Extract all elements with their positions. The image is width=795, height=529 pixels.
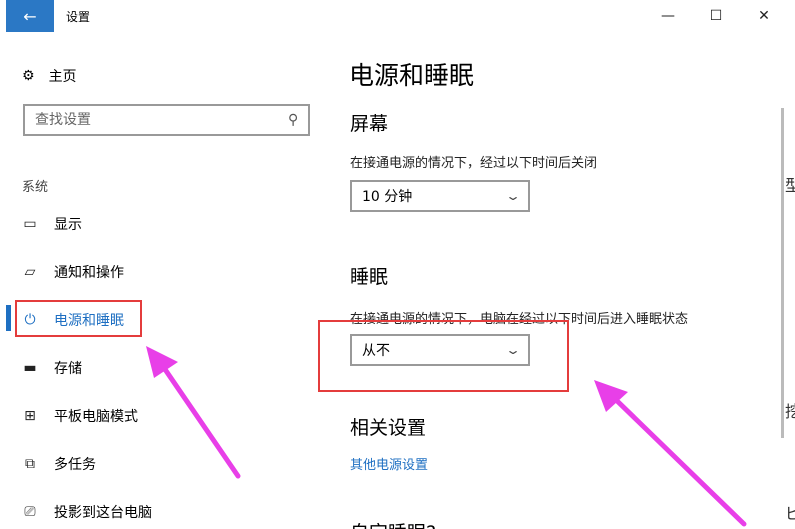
close-icon: ✕ xyxy=(758,8,770,24)
screen-heading: 屏幕 xyxy=(350,113,389,135)
screen-timeout-select[interactable]: 10 分钟 ⌄ xyxy=(350,180,530,212)
background-window-edge: 型 挖 ビ xyxy=(785,32,795,529)
search-icon[interactable]: ⚲ xyxy=(288,112,298,128)
search-box[interactable]: ⚲ xyxy=(23,104,310,136)
title-bar: ← 设置 — ☐ ✕ xyxy=(0,0,795,32)
sidebar-item-label: 显示 xyxy=(54,217,82,233)
notification-icon: ▱ xyxy=(24,264,36,280)
window-title: 设置 xyxy=(66,10,91,24)
next-section-heading: 自定睡眠? xyxy=(350,518,436,529)
gear-icon: ⚙ xyxy=(22,68,35,84)
related-settings-heading: 相关设置 xyxy=(350,417,427,439)
back-arrow-icon: ← xyxy=(23,6,37,26)
annotation-box-power xyxy=(15,300,142,337)
sidebar-item-label: 存储 xyxy=(54,361,82,377)
minimize-icon: — xyxy=(661,8,675,24)
sleep-heading: 睡眠 xyxy=(350,266,389,288)
minimize-button[interactable]: — xyxy=(645,0,691,32)
maximize-icon: ☐ xyxy=(709,8,723,24)
sidebar-home[interactable]: ⚙ 主页 xyxy=(22,66,77,86)
sidebar-item-label: 通知和操作 xyxy=(54,265,124,281)
main-content: 电源和睡眠 屏幕 在接通电源的情况下，经过以下时间后关闭 10 分钟 ⌄ 睡眠 … xyxy=(318,32,784,529)
edge-text-fragment: ビ xyxy=(785,504,795,523)
screen-timeout-value: 10 分钟 xyxy=(362,189,413,205)
sidebar: ⚙ 主页 ⚲ 系统 ▭ 显示 ▱ 通知和操作 ⏻ 电源和睡眠 ▬ 存储 ⊞ 平板… xyxy=(6,32,324,529)
sidebar-item-display[interactable]: ▭ 显示 xyxy=(22,212,82,236)
annotation-box-sleep xyxy=(318,320,569,392)
section-label-system: 系统 xyxy=(22,180,49,195)
sidebar-item-project[interactable]: ⎚ 投影到这台电脑 xyxy=(22,500,152,524)
sidebar-item-label: 多任务 xyxy=(54,457,96,473)
project-icon: ⎚ xyxy=(24,504,36,520)
monitor-icon: ▭ xyxy=(23,216,37,232)
tablet-icon: ⊞ xyxy=(24,408,36,424)
scrollbar-thumb[interactable] xyxy=(781,108,784,438)
sidebar-item-notifications[interactable]: ▱ 通知和操作 xyxy=(22,260,124,284)
maximize-button[interactable]: ☐ xyxy=(693,0,739,32)
page-title: 电源和睡眠 xyxy=(349,61,475,90)
sidebar-item-multitasking[interactable]: ⧉ 多任务 xyxy=(22,452,96,476)
screen-description: 在接通电源的情况下，经过以下时间后关闭 xyxy=(350,156,598,171)
close-button[interactable]: ✕ xyxy=(741,0,787,32)
storage-icon: ▬ xyxy=(23,360,37,376)
sidebar-item-tablet-mode[interactable]: ⊞ 平板电脑模式 xyxy=(22,404,138,428)
sidebar-item-label: 投影到这台电脑 xyxy=(54,505,152,521)
chevron-down-icon: ⌄ xyxy=(504,189,522,203)
multitask-icon: ⧉ xyxy=(25,456,35,472)
sidebar-home-label: 主页 xyxy=(48,69,77,85)
sidebar-item-label: 平板电脑模式 xyxy=(54,409,138,425)
additional-power-settings-link[interactable]: 其他电源设置 xyxy=(350,454,428,473)
search-input[interactable] xyxy=(35,112,288,128)
sidebar-item-storage[interactable]: ▬ 存储 xyxy=(22,356,82,380)
active-indicator xyxy=(6,305,11,331)
back-button[interactable]: ← xyxy=(6,0,54,32)
edge-text-fragment: 型 xyxy=(785,176,795,195)
edge-text-fragment: 挖 xyxy=(785,402,795,421)
